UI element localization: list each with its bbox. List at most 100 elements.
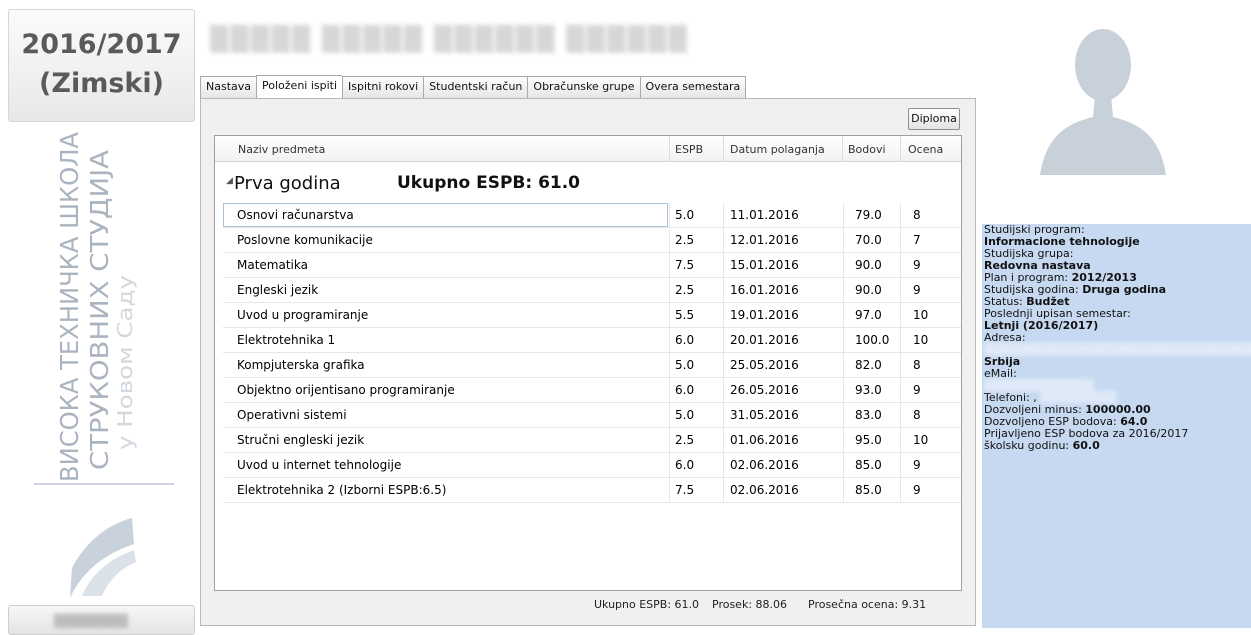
student-info-panel: Studijski program: Informacione tehnolog… (982, 224, 1251, 628)
column-divider (723, 403, 724, 428)
cell-grade: 9 (913, 383, 921, 397)
cell-subject-name: Stručni engleski jezik (237, 433, 365, 447)
cell-subject-name: Elektrotehnika 2 (Izborni ESPB:6.5) (237, 483, 447, 497)
footer-total-espb: Ukupno ESPB: 61.0 (594, 598, 700, 611)
tab-nastava[interactable]: Nastava (200, 76, 257, 98)
table-row[interactable]: Engleski jezik 2.5 16.01.2016 90.0 9 (223, 278, 961, 303)
column-header-name[interactable]: Naziv predmeta (238, 143, 325, 156)
column-header-grade[interactable]: Ocena (908, 143, 943, 156)
cell-exam-date: 11.01.2016 (730, 208, 799, 222)
column-divider (669, 228, 670, 253)
cell-subject-name: Elektrotehnika 1 (237, 333, 336, 347)
cell-exam-date: 12.01.2016 (730, 233, 799, 247)
column-divider (723, 253, 724, 278)
column-divider (900, 303, 901, 328)
column-divider (669, 478, 670, 503)
school-name-line2: СТРУКОВНИХ СТУДИЈА (85, 150, 114, 470)
footer-average-grade: Prosečna ocena: 9.31 (808, 598, 927, 611)
exams-grid: Naziv predmeta ESPB Datum polaganja Bodo… (214, 135, 962, 591)
table-row[interactable]: Poslovne komunikacije 2.5 12.01.2016 70.0 7 (223, 228, 961, 253)
cell-exam-date: 31.05.2016 (730, 408, 799, 422)
column-divider (843, 303, 844, 328)
column-divider (900, 353, 901, 378)
table-row[interactable]: Osnovi računarstva 5.0 11.01.2016 79.0 8 (223, 203, 961, 228)
column-header-points[interactable]: Bodovi (848, 143, 886, 156)
cell-espb: 5.5 (675, 308, 695, 322)
academic-year-box: 2016/2017 (Zimski) (8, 9, 195, 122)
cell-exam-date: 26.05.2016 (730, 383, 799, 397)
tab-ispitni-rokovi[interactable]: Ispitni rokovi (342, 76, 424, 98)
cell-subject-name: Operativni sistemi (237, 408, 347, 422)
table-row[interactable]: Uvod u programiranje 5.5 19.01.2016 97.0 10 (223, 303, 961, 328)
column-divider (843, 428, 844, 453)
column-divider (900, 478, 901, 503)
cell-espb: 2.5 (675, 433, 695, 447)
cell-espb: 6.0 (675, 458, 695, 472)
group-total-espb: Ukupno ESPB: 61.0 (397, 173, 581, 193)
avatar (1038, 25, 1168, 175)
column-divider (843, 478, 844, 503)
cell-points: 93.0 (855, 383, 882, 397)
column-divider (843, 328, 844, 353)
phone-value: ▒▒▒▒▒▒▒▒▒ (1040, 391, 1117, 404)
tab-obracunske-grupe[interactable]: Obračunske grupe (527, 76, 640, 98)
cell-espb: 2.5 (675, 283, 695, 297)
collapse-chevron-icon[interactable]: ◢ (226, 176, 233, 186)
table-row[interactable]: Uvod u internet tehnologije 6.0 02.06.2016… (223, 453, 961, 478)
cell-subject-name: Poslovne komunikacije (237, 233, 373, 247)
column-divider (723, 278, 724, 303)
column-divider (669, 378, 670, 403)
cell-espb: 5.0 (675, 408, 695, 422)
column-header-espb[interactable]: ESPB (675, 143, 703, 156)
column-divider (900, 278, 901, 303)
cell-points: 90.0 (855, 283, 882, 297)
column-divider (669, 203, 670, 228)
column-divider (723, 328, 724, 353)
tab-studentski-racun[interactable]: Studentski račun (423, 76, 528, 98)
cell-espb: 5.0 (675, 358, 695, 372)
cell-grade: 7 (913, 233, 921, 247)
cell-points: 90.0 (855, 258, 882, 272)
tab-overa-semestara[interactable]: Overa semestara (639, 76, 747, 98)
divider (34, 483, 174, 485)
cell-grade: 8 (913, 358, 921, 372)
column-header-date[interactable]: Datum polaganja (730, 143, 825, 156)
table-row[interactable]: Operativni sistemi 5.0 31.05.2016 83.0 8 (223, 403, 961, 428)
cell-subject-name: Objektno orijentisano programiranje (237, 383, 455, 397)
cell-grade: 9 (913, 483, 921, 497)
column-divider (843, 403, 844, 428)
cell-exam-date: 15.01.2016 (730, 258, 799, 272)
column-divider (900, 253, 901, 278)
table-row[interactable]: Matematika 7.5 15.01.2016 90.0 9 (223, 253, 961, 278)
cell-subject-name: Matematika (237, 258, 308, 272)
column-divider (900, 228, 901, 253)
cell-points: 95.0 (855, 433, 882, 447)
logout-button[interactable]: ████████ (8, 605, 195, 635)
column-divider (669, 353, 670, 378)
cell-espb: 6.0 (675, 383, 695, 397)
cell-subject-name: Uvod u internet tehnologije (237, 458, 402, 472)
tab-polozeni-ispiti[interactable]: Položeni ispiti (256, 75, 343, 99)
table-row[interactable]: Stručni engleski jezik 2.5 01.06.2016 95.0 1… (223, 428, 961, 453)
table-row[interactable]: Kompjuterska grafika 5.0 25.05.2016 82.0 8 (223, 353, 961, 378)
email-value: ▒▒▒▒▒▒▒▒▒▒▒▒▒ (984, 379, 1094, 392)
table-row[interactable]: Elektrotehnika 1 6.0 20.01.2016 100.0 10 (223, 328, 961, 353)
group-row-first-year[interactable]: ◢ Prva godina Ukupno ESPB: 61.0 (215, 166, 961, 200)
column-divider (669, 403, 670, 428)
esp-applied-value: 60.0 (1072, 439, 1100, 452)
cell-exam-date: 20.01.2016 (730, 333, 799, 347)
table-row[interactable]: Elektrotehnika 2 (Izborni ESPB:6.5) 7.5 02… (223, 478, 961, 503)
column-divider (723, 303, 724, 328)
column-divider (843, 228, 844, 253)
table-row[interactable]: Objektno orijentisano programiranje 6.0 26… (223, 378, 961, 403)
column-divider (900, 428, 901, 453)
column-divider (900, 453, 901, 478)
column-divider (723, 453, 724, 478)
column-divider (669, 278, 670, 303)
diploma-button[interactable]: Diploma (908, 108, 960, 130)
cell-points: 82.0 (855, 358, 882, 372)
column-divider (723, 428, 724, 453)
cell-exam-date: 25.05.2016 (730, 358, 799, 372)
cell-points: 79.0 (855, 208, 882, 222)
column-divider (900, 203, 901, 228)
